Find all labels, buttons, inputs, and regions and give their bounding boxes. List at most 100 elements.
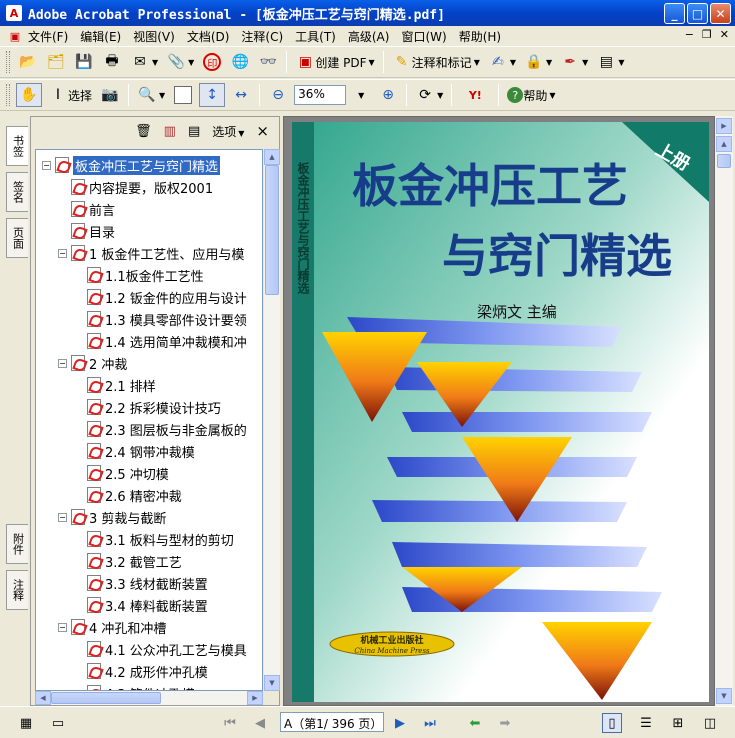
trash-icon[interactable]: 🗑 [135, 124, 152, 139]
first-page-button[interactable]: ⏮ [220, 713, 240, 733]
bookmark-item[interactable]: 前言 [58, 198, 115, 220]
web-button[interactable]: 🌐 [228, 50, 252, 74]
forms-button[interactable]: ▤ ▼ [594, 50, 626, 74]
bookmark-item[interactable]: − 1 板金件工艺性、应用与模 [58, 242, 244, 264]
doc-minimize-button[interactable]: − [685, 28, 694, 41]
page-layout-icon[interactable]: ▭ [48, 713, 68, 733]
document-icon[interactable]: ▣ [8, 29, 22, 43]
menu-file[interactable]: 文件(F) [24, 28, 76, 45]
tree-expander[interactable]: − [58, 248, 67, 258]
bookmark-item[interactable]: − 板金冲压工艺与窍门精选 [42, 154, 221, 176]
zoom-in-button[interactable]: ⊕ [376, 83, 400, 107]
bookmark-item[interactable]: 1.2 钣金件的应用与设计 [74, 286, 247, 308]
snapshot-button[interactable]: 📷 [98, 83, 122, 107]
close-button[interactable]: ✕ [710, 3, 731, 24]
tab-pages[interactable]: 页面 [6, 218, 28, 258]
next-view-button[interactable]: ➡ [495, 713, 515, 733]
new-bookmark-icon[interactable]: ▥ [164, 124, 176, 139]
bookmark-item[interactable]: − 4 冲孔和冲槽 [58, 616, 166, 638]
attach-button[interactable]: 📎 ▼ [164, 50, 196, 74]
bookmark-item[interactable]: 内容提要，版权2001 [58, 176, 213, 198]
single-page-view-button[interactable]: ▯ [602, 713, 622, 733]
continuous-facing-button[interactable]: ⊞ [668, 713, 688, 733]
scroll-left-arrow[interactable]: ◀ [35, 691, 51, 705]
fit-width-button[interactable]: ↔ [229, 83, 253, 107]
menu-view[interactable]: 视图(V) [129, 28, 183, 45]
tab-comments[interactable]: 注释 [6, 570, 28, 610]
bookmark-vertical-scrollbar[interactable]: ▲ ▼ [264, 149, 280, 691]
last-page-button[interactable]: ⏭ [420, 713, 440, 733]
zoom-out-button[interactable]: ⊖ [266, 83, 290, 107]
scroll-down-arrow[interactable]: ▼ [716, 688, 732, 704]
print-button[interactable]: 🖶 [100, 50, 124, 74]
help-button[interactable]: ? 帮助 ▼ [505, 83, 557, 107]
menu-document[interactable]: 文档(D) [183, 28, 238, 45]
menu-comments[interactable]: 注释(C) [237, 28, 291, 45]
menu-edit[interactable]: 编辑(E) [76, 28, 129, 45]
save-button[interactable]: 💾 [72, 50, 96, 74]
zoom-tool-button[interactable]: 🔍 ▼ [135, 83, 167, 107]
tree-expander[interactable]: − [58, 512, 67, 522]
hand-tool-button[interactable]: ✋ [16, 83, 42, 107]
bookmark-item[interactable]: 1.4 选用简单冲裁模和冲 [74, 330, 247, 352]
bookmark-item[interactable]: 3.3 线材截断装置 [74, 572, 208, 594]
previous-page-button[interactable]: ◀ [250, 713, 270, 733]
bookmark-item[interactable]: 2.1 排样 [74, 374, 156, 396]
bookmark-item[interactable]: 3.4 棒料截断装置 [74, 594, 208, 616]
doc-close-button[interactable]: ✕ [720, 28, 729, 41]
bookmark-item[interactable]: 2.5 冲切模 [74, 462, 169, 484]
menu-help[interactable]: 帮助(H) [455, 28, 509, 45]
continuous-view-button[interactable]: ☰ [636, 713, 656, 733]
tree-expander[interactable]: − [58, 358, 67, 368]
bookmark-item[interactable]: 1.3 模具零部件设计要领 [74, 308, 247, 330]
page-number-field[interactable]: A（第1/ 396 页） [280, 712, 384, 732]
scroll-up-arrow[interactable]: ▲ [264, 149, 280, 165]
scroll-thumb[interactable] [265, 165, 279, 295]
menu-tools[interactable]: 工具(T) [291, 28, 344, 45]
scroll-up-arrow[interactable]: ▶ [716, 118, 732, 134]
tree-expander[interactable]: − [58, 622, 67, 632]
bookmark-horizontal-scrollbar[interactable]: ◀ ▶ [35, 691, 263, 705]
bookmark-item[interactable]: 2.2 拆彩模设计技巧 [74, 396, 221, 418]
search-button[interactable]: 👓 [256, 50, 280, 74]
zoom-dropdown-button[interactable]: ▼ [348, 83, 372, 107]
bookmark-item[interactable]: 目录 [58, 220, 115, 242]
scroll-right-arrow[interactable]: ▶ [247, 691, 263, 705]
bookmark-item[interactable]: 4.1 公众冲孔工艺与模具 [74, 638, 247, 660]
bookmark-item[interactable]: 2.3 图层板与非金属板的 [74, 418, 247, 440]
close-panel-button[interactable]: × [256, 122, 269, 140]
bookmark-item[interactable]: 1.1板金件工艺性 [74, 264, 204, 286]
maximize-button[interactable]: □ [687, 3, 708, 24]
scroll-down-arrow[interactable]: ▼ [264, 675, 280, 691]
pen-button[interactable]: ✒ ▼ [558, 50, 590, 74]
select-tool-button[interactable]: Ⅰ 选择 [46, 83, 94, 107]
scroll-thumb[interactable] [51, 692, 161, 704]
open-button[interactable]: 📂 [16, 50, 40, 74]
sign-button[interactable]: ✍ ▼ [486, 50, 518, 74]
minimize-button[interactable]: _ [664, 3, 685, 24]
yahoo-button[interactable]: Y! [458, 83, 492, 107]
zoom-level-input[interactable]: 36% [294, 85, 347, 105]
tab-bookmarks[interactable]: 书签 [6, 126, 28, 166]
bookmark-item[interactable]: − 3 剪裁与截断 [58, 506, 166, 528]
menu-window[interactable]: 窗口(W) [397, 28, 454, 45]
expand-bookmark-icon[interactable]: ▤ [188, 124, 200, 139]
facing-view-button[interactable]: ◫ [700, 713, 720, 733]
bookmark-item[interactable]: 4.3 管件冲孔模 [74, 682, 195, 690]
comment-markup-button[interactable]: ✎ 注释和标记 ▼ [390, 50, 482, 74]
fit-page-button[interactable]: ↕ [199, 83, 226, 107]
options-menu[interactable]: 选项 ▼ [212, 123, 244, 140]
tree-expander[interactable]: − [42, 160, 51, 170]
document-vertical-scrollbar[interactable]: ▶ ▲ ▼ [715, 116, 733, 706]
bookmark-item[interactable]: 2.4 钢带冲裁模 [74, 440, 195, 462]
scroll-thumb[interactable] [717, 154, 731, 168]
bookmark-item[interactable]: 2.6 精密冲裁 [74, 484, 182, 506]
stamp-button[interactable]: 印 [200, 50, 224, 74]
secure-button[interactable]: 🔒 ▼ [522, 50, 554, 74]
document-pane[interactable]: 板金冲压工艺与窍门精选 上册 板金冲压工艺 与窍门精选 梁炳文 主编 机械工业出… [283, 116, 715, 706]
layout-icon[interactable]: ▦ [16, 713, 36, 733]
scroll-up-arrow[interactable]: ▲ [716, 136, 732, 152]
actual-size-button[interactable] [171, 83, 195, 107]
next-page-button[interactable]: ▶ [390, 713, 410, 733]
bookmark-item[interactable]: 3.1 板料与型材的剪切 [74, 528, 234, 550]
